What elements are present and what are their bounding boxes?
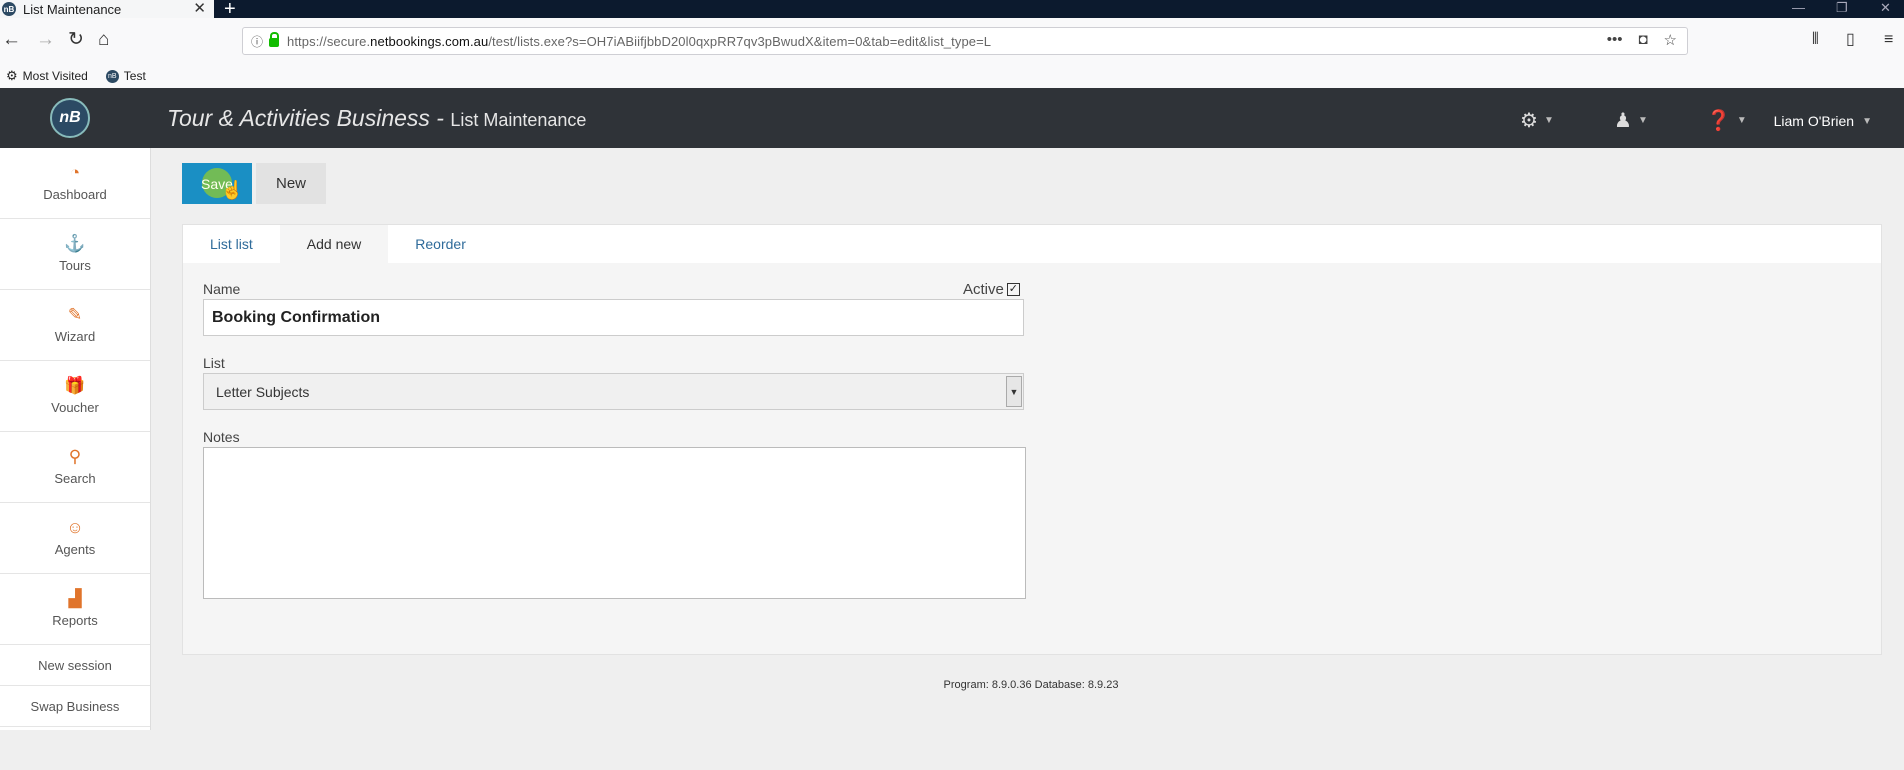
- chevron-down-icon: ▼: [1862, 115, 1872, 127]
- notes-textarea[interactable]: [203, 447, 1026, 599]
- bookmark-most-visited[interactable]: ⚙ Most Visited: [6, 68, 88, 84]
- tab-close-icon[interactable]: ✕: [193, 0, 206, 17]
- info-icon[interactable]: ⓘ: [251, 33, 263, 50]
- chevron-down-icon: ▼: [1736, 115, 1747, 126]
- main-panel: List list Add new Reorder Name Active ✓ …: [182, 224, 1882, 655]
- chevron-down-icon[interactable]: ▼: [1006, 376, 1022, 407]
- minimize-icon[interactable]: —: [1792, 0, 1805, 16]
- tab-bar: List list Add new Reorder: [183, 225, 1881, 263]
- new-button[interactable]: New: [256, 163, 326, 204]
- favicon-icon: nB: [105, 69, 119, 83]
- gears-icon: ⚙: [1520, 110, 1538, 132]
- favicon-icon: nB: [2, 2, 16, 16]
- logo[interactable]: nB: [50, 98, 90, 138]
- sidebar-item-dashboard[interactable]: ◔ Dashboard: [0, 148, 150, 219]
- sidebar-item-tours[interactable]: ⚓ Tours: [0, 219, 150, 290]
- wizard-icon: ✎: [67, 305, 83, 324]
- sidebar-item-reports[interactable]: ▟ Reports: [0, 574, 150, 645]
- active-checkbox-group[interactable]: Active ✓: [963, 281, 1020, 298]
- tab-add-new[interactable]: Add new: [279, 225, 389, 263]
- sidebar-item-voucher[interactable]: 🎁 Voucher: [0, 361, 150, 432]
- gift-icon: 🎁: [64, 376, 86, 395]
- chevron-down-icon: ▼: [1637, 115, 1648, 126]
- lock-icon: [269, 31, 280, 47]
- tab-list-list[interactable]: List list: [183, 225, 280, 263]
- sidebar-item-wizard[interactable]: ✎ Wizard: [0, 290, 150, 361]
- agent-icon: ☺: [66, 518, 84, 537]
- bookmark-star-icon[interactable]: ☆: [1664, 31, 1677, 49]
- help-icon: ❓: [1706, 110, 1731, 132]
- list-select[interactable]: Letter Subjects ▼: [203, 373, 1024, 410]
- library-icon[interactable]: ⫴: [1812, 28, 1819, 52]
- search-icon: ⚲: [68, 447, 82, 466]
- sidebar-toggle-icon[interactable]: ▯: [1846, 28, 1855, 52]
- reload-icon[interactable]: ↻: [68, 28, 84, 52]
- notes-label: Notes: [203, 429, 240, 445]
- sidebar-item-agents[interactable]: ☺ Agents: [0, 503, 150, 574]
- bookmarks-bar: ⚙ Most Visited nB Test: [0, 64, 1904, 88]
- admin-menu[interactable]: ♟ ▼: [1614, 108, 1648, 133]
- url-bar[interactable]: ⓘ https://secure.netbookings.com.au/test…: [242, 27, 1688, 55]
- tab-reorder[interactable]: Reorder: [388, 225, 493, 263]
- tours-icon: ⚓: [64, 234, 86, 253]
- url-text: https://secure.netbookings.com.au/test/l…: [287, 33, 992, 49]
- sidebar-link-swap-business[interactable]: Swap Business: [0, 686, 150, 727]
- back-icon[interactable]: ←: [2, 28, 21, 52]
- sidebar-item-search[interactable]: ⚲ Search: [0, 432, 150, 503]
- app-header: nB Tour & Activities Business - List Mai…: [0, 88, 1904, 148]
- home-icon[interactable]: ⌂: [98, 28, 109, 52]
- hand-cursor-icon: ☝: [221, 180, 244, 200]
- sidebar: ◔ Dashboard ⚓ Tours ✎ Wizard 🎁 Voucher ⚲ Sear…: [0, 148, 151, 730]
- help-menu[interactable]: ❓ ▼: [1706, 108, 1747, 133]
- page-actions-icon[interactable]: •••: [1607, 31, 1623, 49]
- restore-icon[interactable]: ❐: [1836, 0, 1848, 16]
- active-checkbox[interactable]: ✓: [1006, 283, 1020, 296]
- page-title: Tour & Activities Business - List Mainte…: [167, 105, 587, 131]
- version-footer: Program: 8.9.0.36 Database: 8.9.23: [943, 679, 1119, 691]
- chevron-down-icon: ▼: [1543, 115, 1554, 126]
- forward-icon[interactable]: →: [36, 28, 55, 52]
- browser-tab-bar: nB List Maintenance ✕ + — ❐ ✕: [0, 0, 1904, 20]
- name-label: Name: [203, 281, 241, 297]
- browser-nav-bar: ← → ↻ ⌂ ⓘ https://secure.netbookings.com…: [0, 18, 1904, 64]
- close-window-icon[interactable]: ✕: [1880, 0, 1891, 16]
- gear-icon: ⚙: [6, 68, 18, 83]
- name-input[interactable]: Booking Confirmation: [203, 299, 1024, 336]
- settings-menu[interactable]: ⚙ ▼: [1520, 108, 1554, 133]
- user-menu[interactable]: Liam O'Brien ▼: [1774, 113, 1872, 129]
- dashboard-icon: ◔: [69, 163, 81, 182]
- list-label: List: [203, 355, 225, 371]
- browser-tab[interactable]: nB List Maintenance ✕: [0, 0, 214, 18]
- menu-icon[interactable]: ≡: [1884, 28, 1893, 52]
- chart-icon: ▟: [68, 589, 82, 608]
- bookmark-test[interactable]: nB Test: [105, 69, 146, 83]
- tab-title: List Maintenance: [23, 1, 122, 17]
- pocket-icon[interactable]: ◘: [1638, 31, 1647, 49]
- active-label: Active: [963, 281, 1004, 298]
- ninja-icon: ♟: [1614, 110, 1632, 132]
